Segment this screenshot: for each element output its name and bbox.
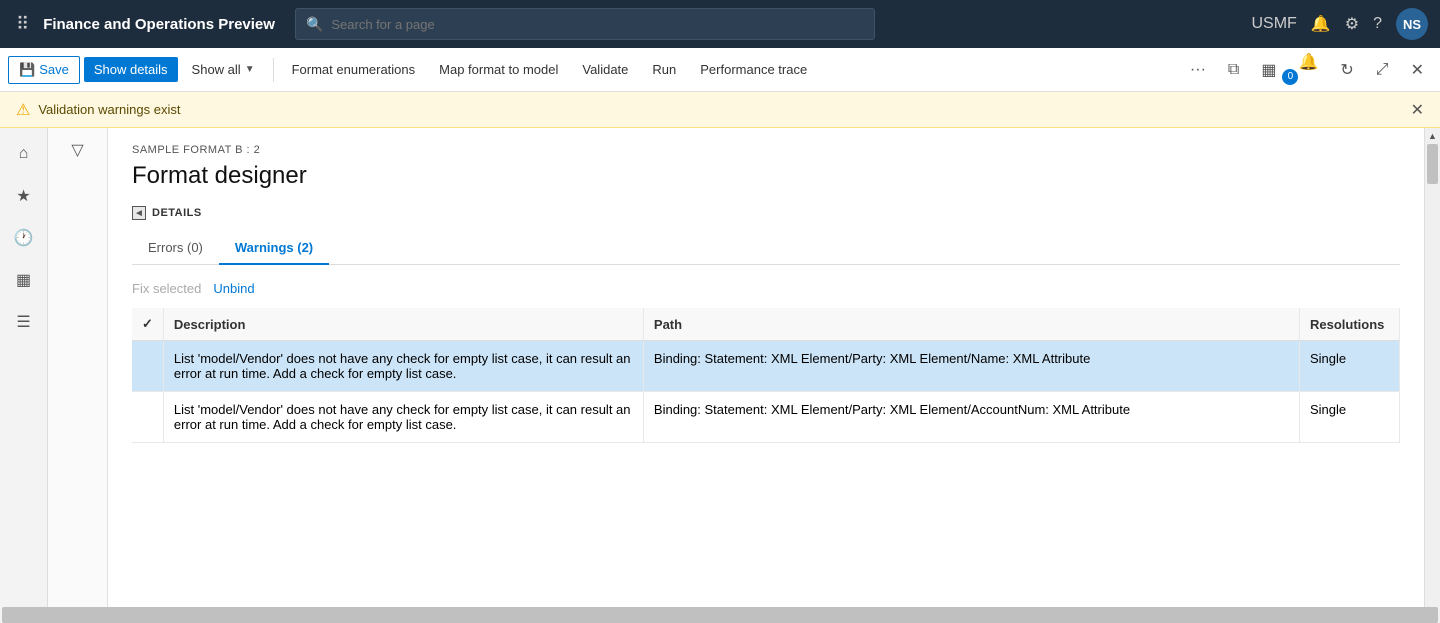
performance-trace-button[interactable]: Performance trace xyxy=(690,57,817,82)
grid-icon[interactable]: ⠿ xyxy=(12,10,33,39)
search-input[interactable] xyxy=(331,17,864,32)
sidebar-item-favorites[interactable]: ★ xyxy=(6,178,42,214)
search-icon: 🔍 xyxy=(306,16,323,33)
save-icon: 💾 xyxy=(19,62,35,78)
refresh-button[interactable]: ↻ xyxy=(1332,55,1361,85)
unbind-button[interactable]: Unbind xyxy=(213,281,254,296)
format-enumerations-button[interactable]: Format enumerations xyxy=(282,57,426,82)
top-nav-right: USMF 🔔 ⚙ ? NS xyxy=(1252,8,1429,40)
row-description-1: List 'model/Vendor' does not have any ch… xyxy=(163,341,643,392)
close-button[interactable]: ✕ xyxy=(1403,55,1432,85)
row-description-2: List 'model/Vendor' does not have any ch… xyxy=(163,392,643,443)
puzzle-icon-button[interactable]: ⧉ xyxy=(1220,56,1247,84)
warning-close-button[interactable]: ✕ xyxy=(1411,100,1424,120)
tab-errors[interactable]: Errors (0) xyxy=(132,232,219,265)
details-header[interactable]: ◄ DETAILS xyxy=(132,206,1400,220)
toolbar-separator-1 xyxy=(273,58,274,82)
filter-panel: ▽ xyxy=(48,128,108,623)
help-icon[interactable]: ? xyxy=(1373,15,1382,33)
sidebar-item-recent[interactable]: 🕐 xyxy=(6,220,42,256)
right-scrollbar: ▲ ▼ xyxy=(1424,128,1440,623)
breadcrumb: SAMPLE FORMAT B : 2 xyxy=(132,144,1400,156)
show-all-button[interactable]: Show all ▼ xyxy=(182,57,265,82)
toolbar: 💾 Save Show details Show all ▼ Format en… xyxy=(0,48,1440,92)
company-label: USMF xyxy=(1252,15,1297,33)
filter-icon[interactable]: ▽ xyxy=(71,140,83,160)
details-label: DETAILS xyxy=(152,207,202,219)
actions-row: Fix selected Unbind xyxy=(132,281,1400,296)
details-toggle-icon[interactable]: ◄ xyxy=(132,206,146,220)
row-resolutions-1: Single xyxy=(1300,341,1400,392)
open-new-window-button[interactable]: ⤢ xyxy=(1368,56,1397,84)
top-nav: ⠿ Finance and Operations Preview 🔍 USMF … xyxy=(0,0,1440,48)
fix-selected-button: Fix selected xyxy=(132,281,201,296)
notification-icon[interactable]: 🔔 xyxy=(1311,14,1331,34)
more-options-button[interactable]: ··· xyxy=(1182,56,1214,84)
table-row[interactable]: List 'model/Vendor' does not have any ch… xyxy=(132,392,1400,443)
scroll-track xyxy=(1425,144,1440,607)
tab-warnings[interactable]: Warnings (2) xyxy=(219,232,329,265)
sidebar-item-list[interactable]: ☰ xyxy=(6,304,42,340)
warnings-table: ✓ Description Path Resolutions List 'mod… xyxy=(132,308,1400,443)
show-details-button[interactable]: Show details xyxy=(84,57,178,82)
row-path-1: Binding: Statement: XML Element/Party: X… xyxy=(643,341,1299,392)
main-layout: ⌂ ★ 🕐 ▦ ☰ ▽ SAMPLE FORMAT B : 2 Format d… xyxy=(0,128,1440,623)
row-resolutions-2: Single xyxy=(1300,392,1400,443)
sidebar-item-home[interactable]: ⌂ xyxy=(6,136,42,172)
col-header-path: Path xyxy=(643,308,1299,341)
map-format-button[interactable]: Map format to model xyxy=(429,57,568,82)
run-button[interactable]: Run xyxy=(642,57,686,82)
show-all-dropdown-icon: ▼ xyxy=(245,64,255,75)
warning-message: Validation warnings exist xyxy=(38,102,180,117)
notification-badge-container: 🔔 0 xyxy=(1290,47,1326,93)
tabs-container: Errors (0) Warnings (2) xyxy=(132,232,1400,265)
toolbar-right: ··· ⧉ ▦ 🔔 0 ↻ ⤢ ✕ xyxy=(1182,47,1432,93)
table-row[interactable]: List 'model/Vendor' does not have any ch… xyxy=(132,341,1400,392)
col-header-check: ✓ xyxy=(132,308,163,341)
avatar[interactable]: NS xyxy=(1396,8,1428,40)
details-section: ◄ DETAILS Errors (0) Warnings (2) Fix se… xyxy=(132,206,1400,443)
col-header-resolutions: Resolutions xyxy=(1300,308,1400,341)
settings-icon[interactable]: ⚙ xyxy=(1345,14,1359,34)
checkmark-icon: ✓ xyxy=(142,316,153,331)
scroll-thumb-bottom[interactable] xyxy=(2,607,1438,623)
page-title: Format designer xyxy=(132,162,1400,190)
save-button[interactable]: 💾 Save xyxy=(8,56,80,84)
row-check-2[interactable] xyxy=(132,392,163,443)
column-icon-button[interactable]: ▦ xyxy=(1253,55,1284,85)
notification-count-badge: 0 xyxy=(1282,69,1298,85)
row-check-1[interactable] xyxy=(132,341,163,392)
search-box[interactable]: 🔍 xyxy=(295,8,875,40)
validate-button[interactable]: Validate xyxy=(572,57,638,82)
sidebar-item-workspaces[interactable]: ▦ xyxy=(6,262,42,298)
left-sidebar: ⌂ ★ 🕐 ▦ ☰ xyxy=(0,128,48,623)
app-title: Finance and Operations Preview xyxy=(43,16,275,33)
scroll-thumb-top[interactable] xyxy=(1427,144,1438,184)
scroll-up-arrow[interactable]: ▲ xyxy=(1425,128,1440,144)
row-path-2: Binding: Statement: XML Element/Party: X… xyxy=(643,392,1299,443)
warning-bar: ⚠ Validation warnings exist ✕ xyxy=(0,92,1440,128)
table-header-row: ✓ Description Path Resolutions xyxy=(132,308,1400,341)
content-area: SAMPLE FORMAT B : 2 Format designer ◄ DE… xyxy=(108,128,1424,623)
col-header-description: Description xyxy=(163,308,643,341)
warning-triangle-icon: ⚠ xyxy=(16,100,30,120)
